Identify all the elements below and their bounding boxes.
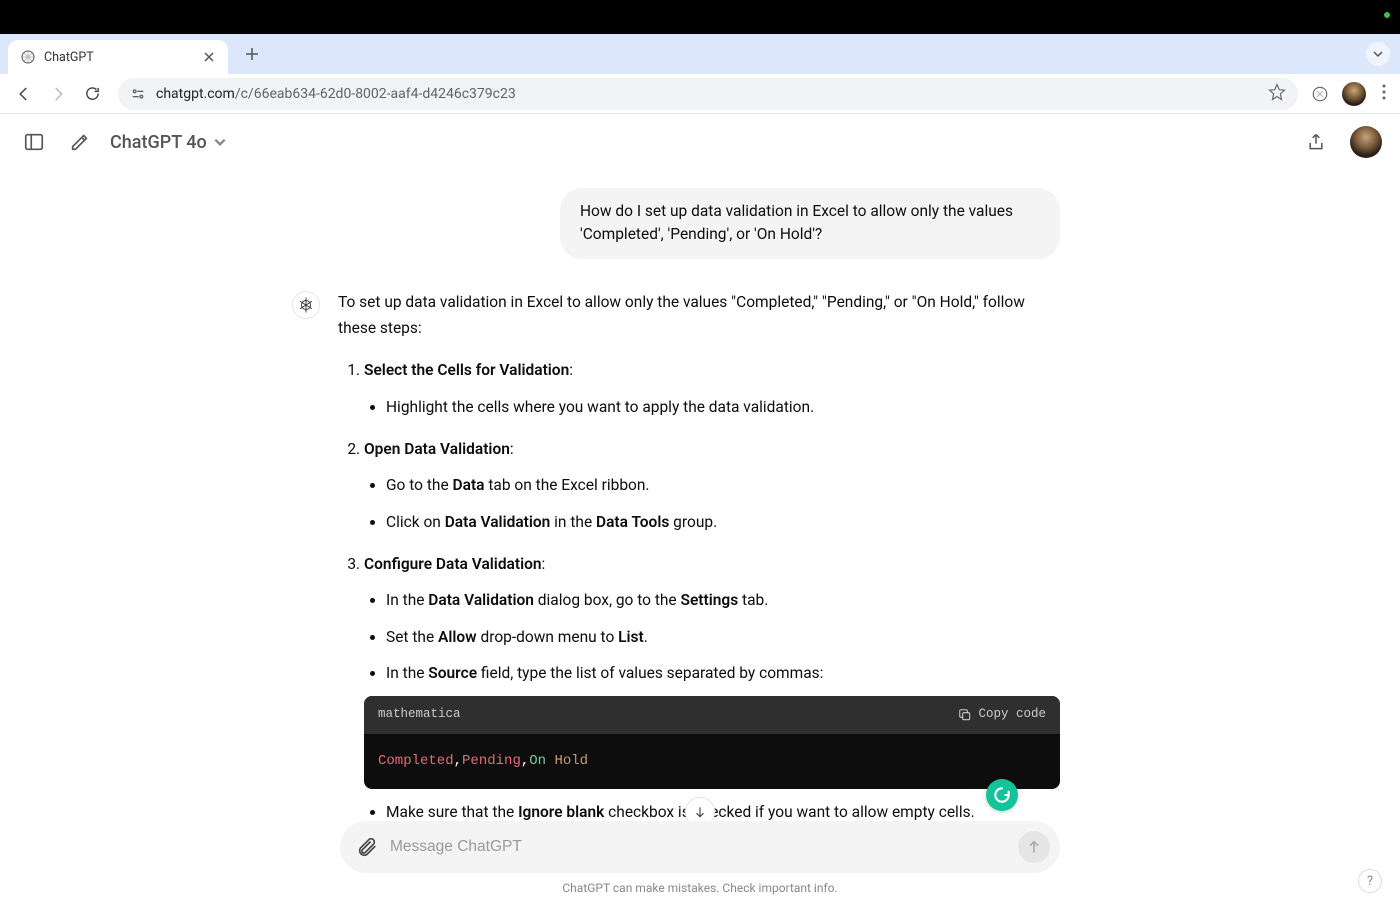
conversation: How do I set up data validation in Excel… — [340, 170, 1060, 821]
tab-close-button[interactable] — [202, 50, 216, 64]
step-bullets: Go to the Data tab on the Excel ribbon. C… — [364, 472, 1060, 535]
chat-scroll-area[interactable]: How do I set up data validation in Excel… — [0, 170, 1400, 821]
site-settings-icon[interactable] — [130, 86, 146, 102]
step-bullet: In the Source field, type the list of va… — [386, 660, 1060, 686]
assistant-message-wrapper: To set up data validation in Excel to al… — [340, 289, 1060, 822]
step-bullet: Set the Allow drop-down menu to List. — [386, 624, 1060, 650]
copy-code-button[interactable]: Copy code — [958, 704, 1046, 725]
input-container — [340, 821, 1060, 873]
step-item: Select the Cells for Validation: Highligh… — [364, 357, 1060, 420]
user-message: How do I set up data validation in Excel… — [560, 188, 1060, 259]
scroll-to-bottom-button[interactable] — [685, 797, 715, 821]
step-item: Configure Data Validation: In the Data Va… — [364, 551, 1060, 821]
disclaimer-text: ChatGPT can make mistakes. Check importa… — [562, 881, 837, 895]
step-bullet: Go to the Data tab on the Excel ribbon. — [386, 472, 1060, 498]
assistant-intro: To set up data validation in Excel to al… — [338, 289, 1060, 342]
browser-url-bar: chatgpt.com/c/66eab634-62d0-8002-aaf4-d4… — [0, 74, 1400, 114]
step-item: Open Data Validation: Go to the Data tab … — [364, 436, 1060, 535]
status-dot-icon — [1384, 12, 1390, 18]
bookmark-star-icon[interactable] — [1268, 83, 1286, 105]
step-bullet: Highlight the cells where you want to ap… — [386, 394, 1060, 420]
user-avatar[interactable] — [1350, 126, 1382, 158]
model-selector[interactable]: ChatGPT 4o — [110, 132, 227, 153]
help-button[interactable]: ? — [1358, 869, 1382, 893]
browser-tab-chatgpt[interactable]: ChatGPT — [8, 40, 228, 74]
nav-reload-button[interactable] — [78, 80, 106, 108]
assistant-steps-list: Select the Cells for Validation: Highligh… — [338, 357, 1060, 821]
chevron-down-icon — [213, 135, 227, 149]
attach-button[interactable] — [356, 836, 378, 858]
step-bullets: Highlight the cells where you want to ap… — [364, 394, 1060, 420]
step-bullet: Click on Data Validation in the Data Too… — [386, 509, 1060, 535]
step-title: Select the Cells for Validation: — [364, 361, 573, 379]
step-bullet: Make sure that the Ignore blank checkbox… — [386, 799, 1060, 821]
step-title: Open Data Validation: — [364, 440, 514, 458]
user-message-wrapper: How do I set up data validation in Excel… — [340, 188, 1060, 259]
code-lang-label: mathematica — [378, 704, 461, 725]
chatgpt-header: ChatGPT 4o — [0, 114, 1400, 170]
nav-forward-button[interactable] — [44, 80, 72, 108]
model-name-label: ChatGPT 4o — [110, 132, 207, 153]
code-content: Completed,Pending,On Hold — [364, 734, 1060, 790]
grammarly-badge-icon[interactable] — [986, 779, 1018, 811]
code-header: mathematica Copy code — [364, 696, 1060, 733]
tab-overflow-button[interactable] — [1366, 42, 1390, 66]
extension-icon[interactable] — [1310, 84, 1330, 104]
sidebar-toggle-button[interactable] — [18, 126, 50, 158]
assistant-message: To set up data validation in Excel to al… — [338, 289, 1060, 822]
step-title: Configure Data Validation: — [364, 555, 545, 573]
url-input[interactable]: chatgpt.com/c/66eab634-62d0-8002-aaf4-d4… — [118, 78, 1298, 110]
step-bullet: In the Data Validation dialog box, go to… — [386, 587, 1060, 613]
system-top-bar — [0, 0, 1400, 34]
message-input[interactable] — [390, 838, 1006, 856]
share-button[interactable] — [1300, 126, 1332, 158]
favicon-chatgpt-icon — [20, 49, 36, 65]
send-button[interactable] — [1018, 831, 1050, 863]
new-tab-button[interactable] — [240, 42, 264, 66]
step-bullets: In the Data Validation dialog box, go to… — [364, 587, 1060, 686]
browser-more-button[interactable] — [1378, 84, 1390, 104]
tab-title: ChatGPT — [44, 50, 194, 65]
browser-profile-avatar[interactable] — [1342, 82, 1366, 106]
bottom-area: ChatGPT can make mistakes. Check importa… — [0, 821, 1400, 911]
new-chat-button[interactable] — [64, 126, 96, 158]
assistant-avatar-icon — [292, 291, 320, 319]
url-text: chatgpt.com/c/66eab634-62d0-8002-aaf4-d4… — [156, 86, 1258, 102]
browser-tab-strip: ChatGPT — [0, 34, 1400, 74]
code-block: mathematica Copy code Completed,Pending,On… — [364, 696, 1060, 789]
nav-back-button[interactable] — [10, 80, 38, 108]
